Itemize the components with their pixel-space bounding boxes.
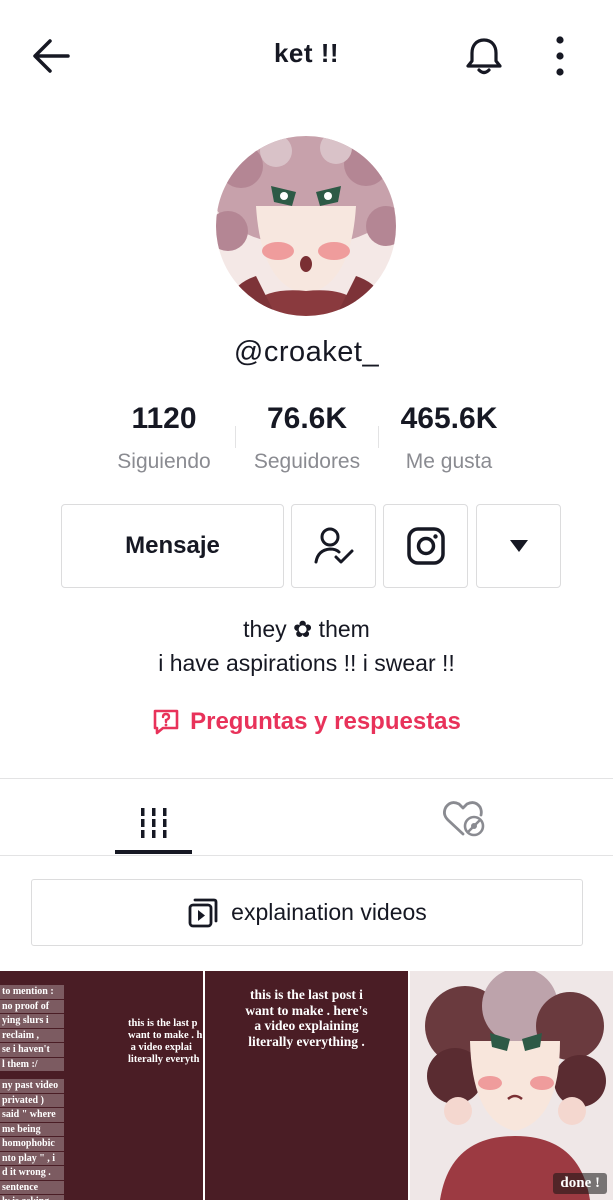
video-caption-line: to mention : bbox=[0, 985, 64, 999]
playlist-label: explaination videos bbox=[231, 899, 427, 925]
stat-label: Siguiendo bbox=[117, 450, 211, 473]
top-bar: ket !! bbox=[0, 0, 613, 110]
video-caption-line: l them :/ bbox=[0, 1057, 64, 1071]
qa-link[interactable]: Preguntas y respuestas bbox=[0, 708, 613, 736]
message-button[interactable]: Mensaje bbox=[61, 504, 284, 588]
triangle-down-icon bbox=[509, 540, 528, 552]
bell-icon[interactable] bbox=[462, 34, 506, 78]
profile-handle: @croaket_ bbox=[233, 336, 380, 368]
video-caption: this is the last p want to make . h a vi… bbox=[128, 1018, 203, 1065]
hidden-liked-heart-icon bbox=[443, 801, 485, 837]
video-caption-line: no proof of bbox=[0, 999, 64, 1013]
bio-line: they ✿ them bbox=[243, 616, 370, 642]
stat-followers[interactable]: 76.6K Seguidores bbox=[232, 402, 382, 474]
video-caption-line: d it wrong . bbox=[0, 1166, 64, 1180]
stat-following[interactable]: 1120 Siguiendo bbox=[89, 402, 239, 474]
video-illustration bbox=[410, 971, 613, 1200]
video-caption-line: privated ) bbox=[0, 1093, 64, 1107]
videos-grid-icon bbox=[137, 807, 170, 838]
bio-line: i have aspirations !! i swear !! bbox=[158, 650, 455, 676]
video-caption-line: me being bbox=[0, 1122, 64, 1136]
video-caption-line: ying slurs i bbox=[0, 1014, 64, 1028]
video-caption-line: ny past video bbox=[0, 1079, 64, 1093]
stat-label: Seguidores bbox=[253, 450, 361, 473]
divider bbox=[0, 778, 613, 779]
stat-value: 1120 bbox=[131, 402, 197, 435]
video-badge: done ! bbox=[553, 1173, 607, 1194]
video-caption-line: ly is asking bbox=[0, 1195, 64, 1200]
video-caption-line: homophobic bbox=[0, 1137, 64, 1151]
stat-likes[interactable]: 465.6K Me gusta bbox=[374, 402, 524, 474]
following-button[interactable] bbox=[291, 504, 376, 588]
tab-active-indicator bbox=[115, 850, 192, 854]
tab-liked[interactable] bbox=[438, 796, 488, 842]
stat-value: 76.6K bbox=[266, 402, 348, 435]
video-thumbnail[interactable]: this is the last post i want to make . h… bbox=[205, 971, 408, 1200]
divider bbox=[0, 855, 613, 856]
video-caption-line: said " where bbox=[0, 1108, 64, 1122]
user-check-icon bbox=[314, 527, 353, 564]
instagram-button[interactable] bbox=[383, 504, 468, 588]
video-thumbnail[interactable]: to mention : no proof of ying slurs i recla… bbox=[0, 971, 203, 1200]
instagram-icon bbox=[406, 527, 445, 565]
video-caption-line: reclaim , bbox=[0, 1028, 64, 1042]
more-vertical-icon[interactable] bbox=[545, 34, 575, 78]
qa-label: Preguntas y respuestas bbox=[190, 708, 461, 735]
stat-value: 465.6K bbox=[400, 402, 498, 435]
question-bubble-icon bbox=[153, 709, 179, 735]
dropdown-button[interactable] bbox=[476, 504, 561, 588]
video-caption: this is the last post i want to make . h… bbox=[245, 987, 368, 1049]
page-title: ket !! bbox=[273, 38, 340, 68]
video-caption: to mention : no proof of ying slurs i recla… bbox=[0, 985, 64, 1200]
avatar[interactable] bbox=[216, 136, 396, 316]
playlist-button[interactable]: explaination videos bbox=[31, 879, 583, 946]
tab-videos[interactable] bbox=[115, 790, 192, 855]
video-caption-line: se i haven't bbox=[0, 1043, 64, 1057]
video-caption-line: sentence bbox=[0, 1180, 64, 1194]
video-caption-line: nto play " , i bbox=[0, 1151, 64, 1165]
video-thumbnail[interactable]: done ! bbox=[410, 971, 613, 1200]
stat-label: Me gusta bbox=[405, 450, 493, 473]
playlist-icon bbox=[188, 898, 218, 927]
